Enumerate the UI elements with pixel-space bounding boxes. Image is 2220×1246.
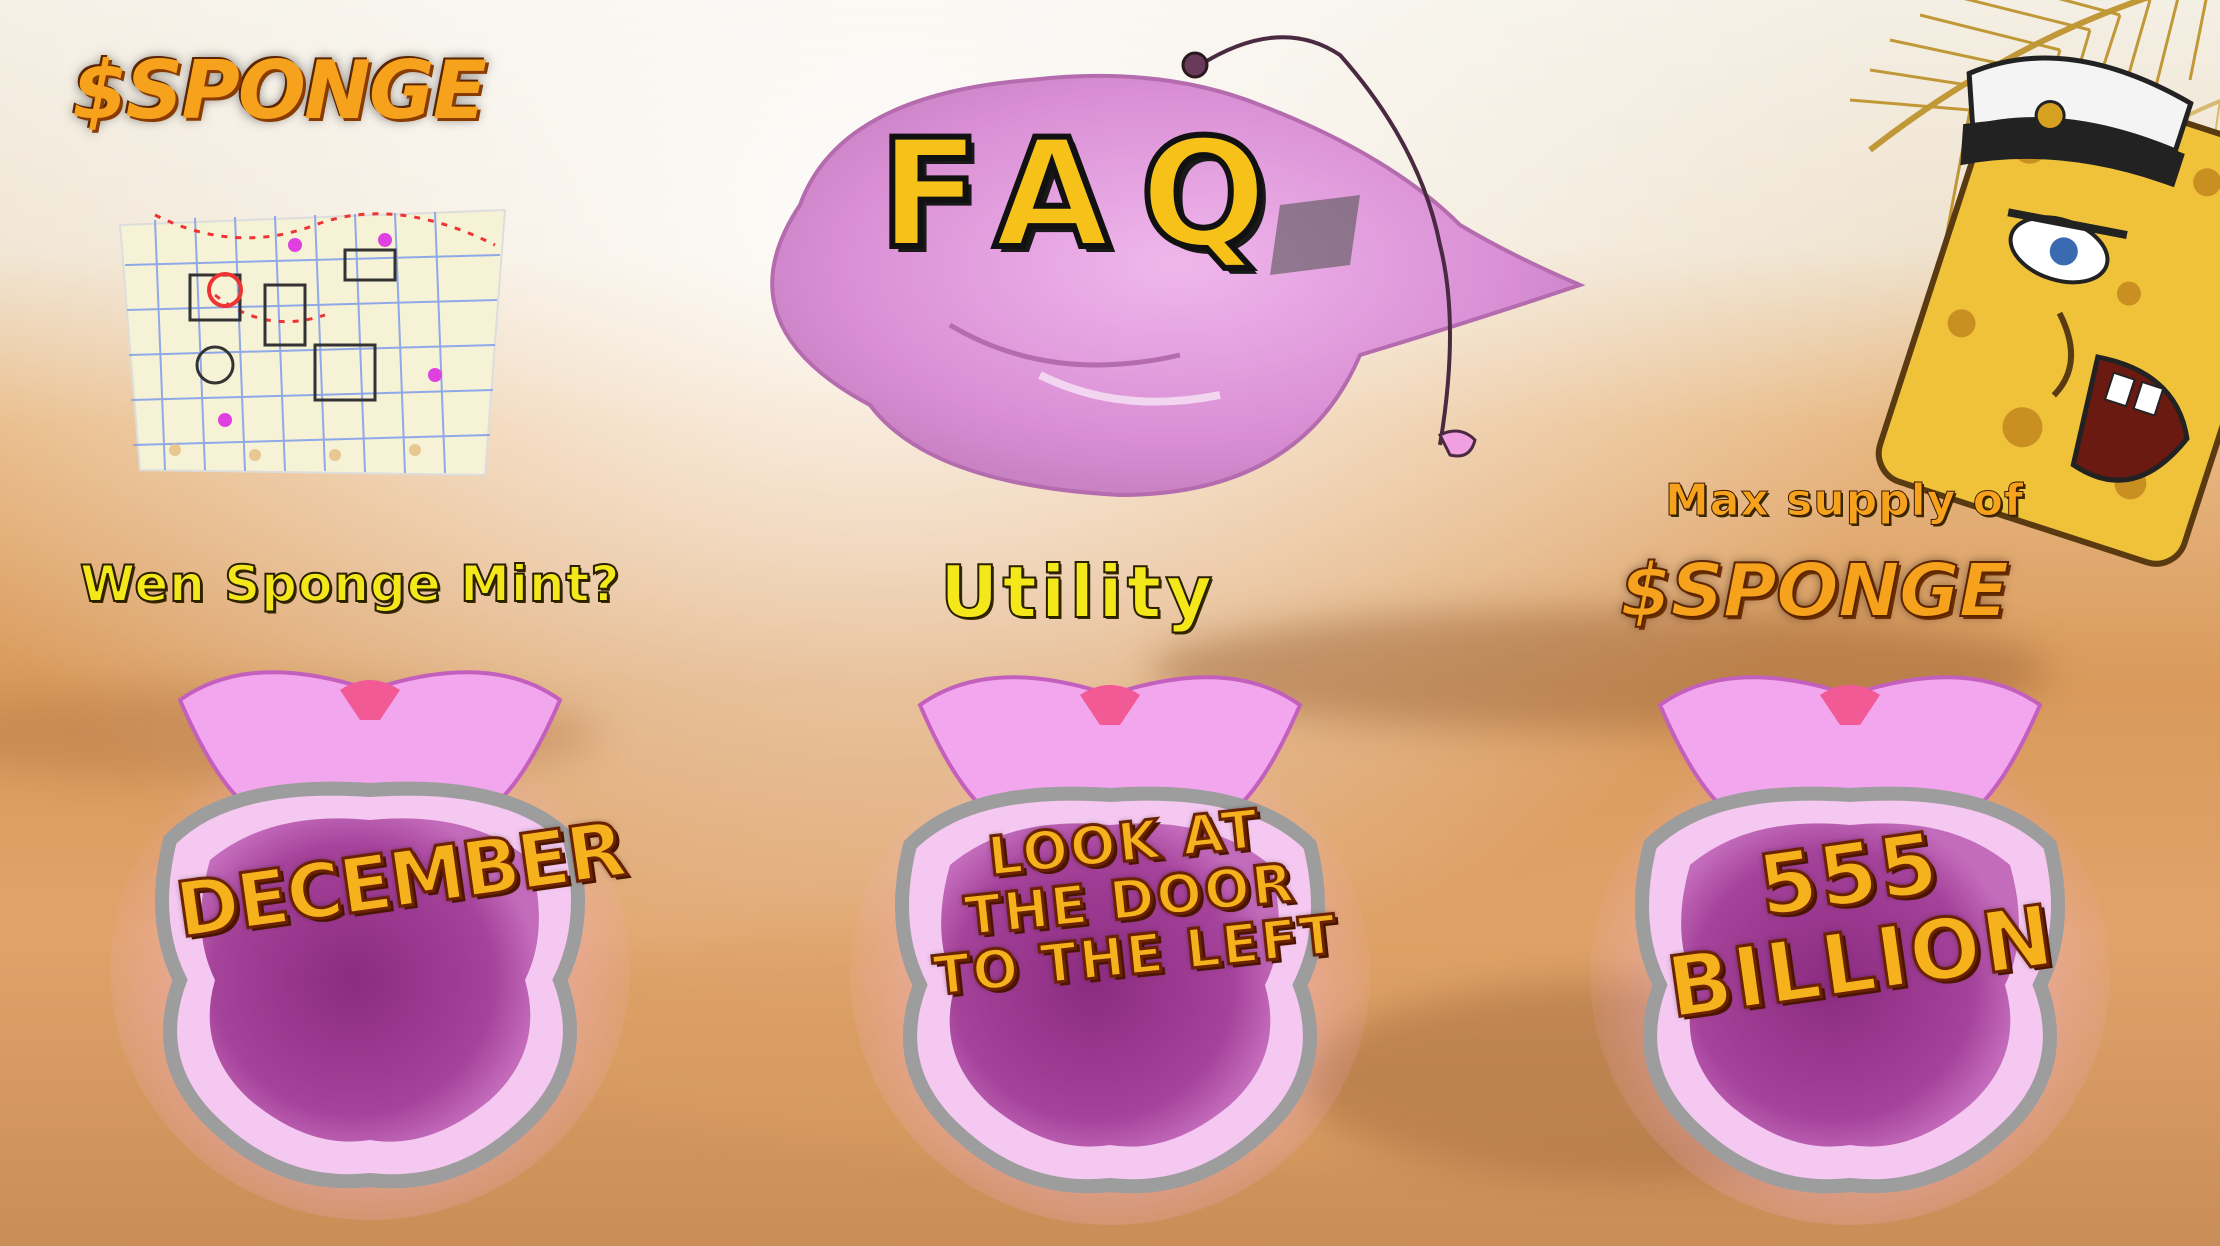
faq-question-mint: Wen Sponge Mint? [79, 554, 621, 614]
faq-scene: $SPONGE FAQ Wen Sponge Mint? Utility Max… [0, 0, 2220, 1246]
sponge-logo[interactable]: $SPONGE [72, 44, 512, 154]
page-title: FAQ [876, 105, 1298, 285]
faq-question-supply-token: $SPONGE [1619, 547, 2010, 635]
treasure-map-icon [118, 208, 507, 477]
faq-question-supply: Max supply of [1664, 475, 2025, 527]
faq-question-utility: Utility [939, 549, 1217, 635]
